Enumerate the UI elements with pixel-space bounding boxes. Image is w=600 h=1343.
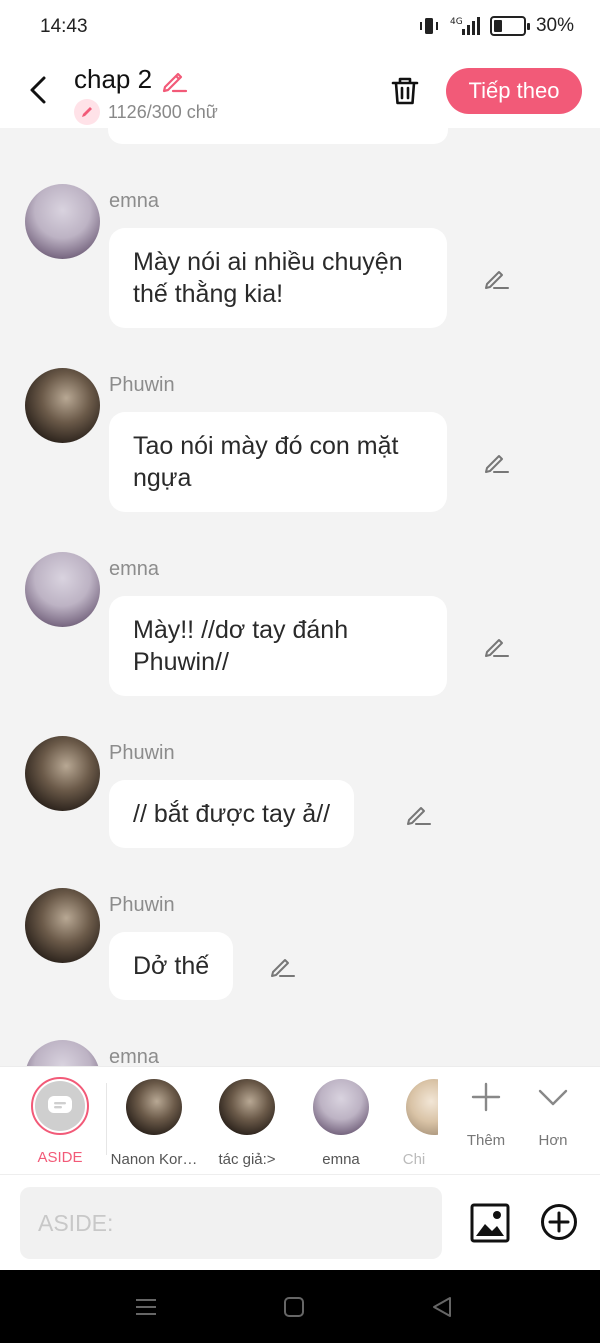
character-emna[interactable]: emna (296, 1077, 386, 1168)
message-input[interactable] (20, 1187, 442, 1259)
emna-avatar[interactable] (25, 552, 100, 627)
chat-bubble-icon (48, 1096, 72, 1113)
message-sender: Phuwin (109, 894, 175, 916)
vibrate-icon (419, 18, 438, 34)
message-bubble[interactable]: Mày!! //dơ tay đánh Phuwin// (109, 596, 447, 696)
character-aside[interactable]: ASIDE (15, 1077, 105, 1166)
character-avatar (313, 1079, 369, 1135)
previous-message-bubble[interactable] (108, 128, 448, 144)
character-avatar (406, 1079, 438, 1135)
add-character-button[interactable]: Thêm (451, 1081, 521, 1149)
edit-message-icon[interactable] (482, 264, 510, 292)
character-author[interactable]: tác giả:> (202, 1077, 292, 1168)
character-nanon[interactable]: Nanon Kor… (109, 1077, 199, 1168)
composer-bar (0, 1174, 600, 1270)
emna-avatar[interactable] (25, 1040, 100, 1066)
message-bubble[interactable]: Dở thế (109, 932, 234, 1000)
pencil-icon[interactable] (160, 66, 188, 94)
character-avatar (126, 1079, 182, 1135)
character-bar: ASIDE Nanon Kor… tác giả:> emna Chi Thêm… (0, 1066, 600, 1174)
phuwin-avatar[interactable] (25, 888, 100, 963)
chat-area[interactable]: emna Mày nói ai nhiều chuyện thế thằng k… (0, 128, 600, 1066)
phuwin-avatar[interactable] (25, 368, 100, 443)
signal-4g-icon: 4G (450, 17, 480, 35)
edit-message-icon[interactable] (482, 632, 510, 660)
back-triangle-icon[interactable] (429, 1294, 455, 1320)
chevron-left-icon (30, 76, 46, 104)
chapter-title-area[interactable]: chap 2 1126/300 chữ (74, 64, 218, 125)
battery-percent: 30% (535, 15, 574, 36)
plus-icon (471, 1082, 501, 1112)
character-avatar (219, 1079, 275, 1135)
edit-message-icon[interactable] (268, 952, 296, 980)
character-label: tác giả:> (218, 1151, 276, 1168)
character-label: Chi (402, 1151, 426, 1168)
aside-avatar (31, 1077, 89, 1135)
edit-message-icon[interactable] (482, 448, 510, 476)
character-chi[interactable]: Chi (390, 1077, 438, 1168)
home-icon[interactable] (281, 1294, 307, 1320)
message-sender: Phuwin (109, 742, 175, 764)
add-circle-icon[interactable] (540, 1203, 578, 1241)
back-button[interactable] (20, 70, 56, 110)
message-sender: Phuwin (109, 374, 175, 396)
message-sender: emna (109, 190, 160, 212)
character-label: emna (322, 1151, 360, 1168)
emna-avatar[interactable] (25, 184, 100, 259)
divider (106, 1083, 107, 1155)
message-bubble[interactable]: Mày nói ai nhiều chuyện thế thằng kia! (109, 228, 447, 328)
status-bar: 14:43 4G 30% (0, 0, 600, 56)
word-count-text: 1126/300 chữ (108, 101, 218, 122)
system-nav-bar (0, 1270, 600, 1343)
editor-header: chap 2 1126/300 chữ Tiếp theo (0, 56, 600, 128)
image-icon[interactable] (470, 1203, 510, 1243)
battery-level (493, 20, 502, 32)
chapter-title[interactable]: chap 2 (74, 64, 218, 95)
phuwin-avatar[interactable] (25, 736, 100, 811)
chevron-down-icon (538, 1089, 568, 1106)
message-sender: emna (109, 558, 160, 580)
svg-text:4G: 4G (450, 17, 463, 27)
message-bubble[interactable]: Tao nói mày đó con mặt ngựa (109, 412, 447, 512)
battery-icon (489, 16, 530, 36)
add-label: Thêm (466, 1132, 506, 1149)
chapter-title-text: chap 2 (74, 64, 153, 94)
word-count: 1126/300 chữ (74, 99, 218, 125)
status-time: 14:43 (40, 16, 88, 37)
edit-message-icon[interactable] (404, 800, 432, 828)
menu-icon[interactable] (133, 1294, 159, 1320)
more-button[interactable]: Hơn (518, 1081, 588, 1149)
next-button[interactable]: Tiếp theo (446, 68, 582, 114)
character-label: ASIDE (37, 1149, 83, 1166)
message-bubble[interactable]: // bắt được tay ả// (109, 780, 355, 848)
delete-button[interactable] (386, 72, 424, 110)
status-icons: 4G 30% (418, 15, 574, 37)
more-label: Hơn (538, 1132, 568, 1149)
message-sender: emna (109, 1046, 160, 1066)
pen-icon (74, 99, 100, 125)
trash-icon (391, 77, 419, 105)
character-label: Nanon Kor… (110, 1151, 198, 1168)
